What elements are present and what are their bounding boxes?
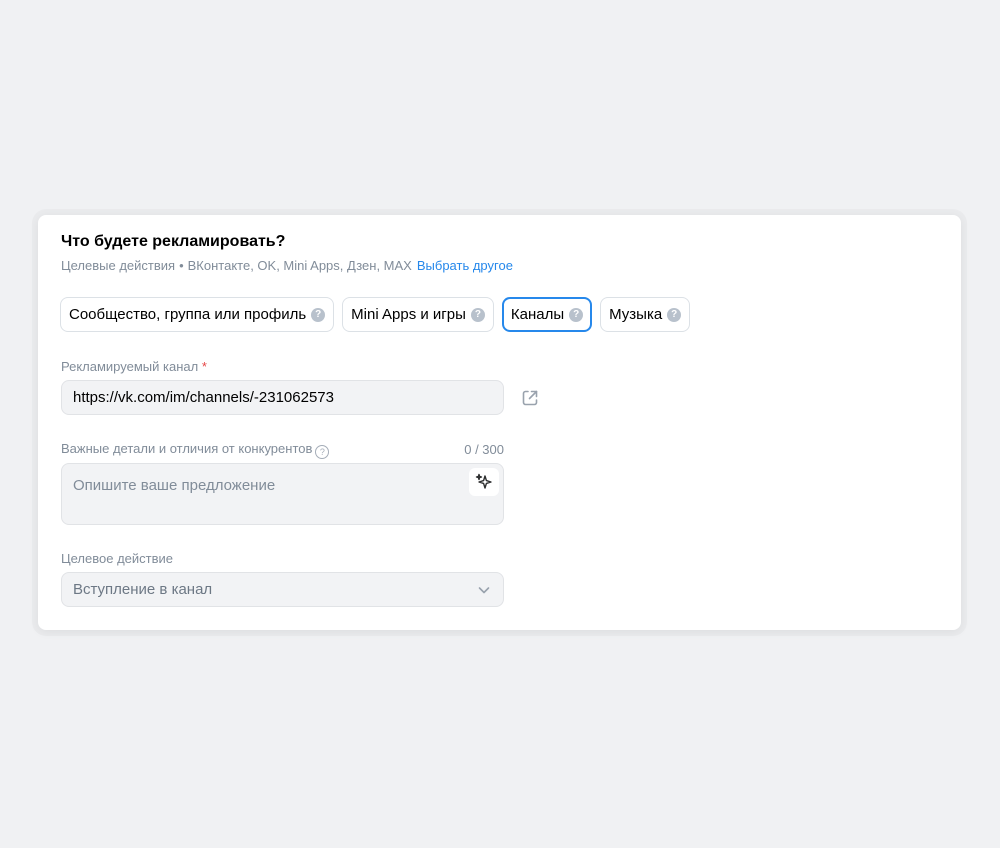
question-circle-icon[interactable]: ?	[315, 445, 330, 459]
target-action-select[interactable]: Вступление в канал	[61, 572, 504, 607]
details-placeholder: Опишите ваше предложение	[73, 477, 276, 494]
details-textarea[interactable]: Опишите ваше предложение	[61, 463, 504, 525]
target-action-label: Целевое действие	[61, 551, 173, 566]
question-circle-icon[interactable]: ?	[569, 307, 584, 322]
channel-label-text: Рекламируемый канал	[61, 359, 199, 374]
subtitle-dot: •	[179, 258, 184, 273]
channel-url-input[interactable]: https://vk.com/im/channels/-231062573	[61, 380, 504, 415]
required-mark: *	[201, 359, 207, 374]
card-title: Что будете рекламировать?	[61, 233, 286, 250]
chevron-down-icon	[478, 586, 490, 593]
tab-label: Каналы	[510, 306, 565, 323]
choose-other-link[interactable]: Выбрать другое	[417, 258, 513, 273]
tab-label: Музыка	[609, 306, 663, 323]
ad-object-tabs: Сообщество, группа или профиль ? Mini Ap…	[60, 297, 691, 332]
question-circle-icon[interactable]: ?	[667, 307, 682, 322]
channel-field-label: Рекламируемый канал *	[61, 359, 207, 374]
tab-label: Сообщество, группа или профиль	[69, 306, 307, 323]
target-action-value: Вступление в канал	[73, 581, 213, 598]
question-circle-icon[interactable]: ?	[470, 307, 485, 322]
tab-community[interactable]: Сообщество, группа или профиль ?	[60, 297, 335, 332]
subtitle-platforms: ВКонтакте, OK, Mini Apps, Дзен, MAX	[187, 258, 412, 273]
ad-object-card: Что будете рекламировать? Целевые действ…	[38, 215, 961, 630]
char-counter: 0 / 300	[464, 442, 504, 457]
subtitle-prefix: Целевые действия	[61, 258, 176, 273]
details-field-label: Важные детали и отличия от конкурентов?	[61, 441, 330, 459]
sparkles-icon	[475, 473, 492, 489]
tab-channels[interactable]: Каналы ?	[501, 297, 593, 332]
external-link-icon[interactable]	[520, 388, 540, 408]
ai-generate-button[interactable]	[469, 468, 499, 496]
question-circle-icon[interactable]: ?	[311, 307, 326, 322]
tab-music[interactable]: Музыка ?	[600, 297, 691, 332]
tab-label: Mini Apps и игры	[351, 306, 466, 323]
card-subtitle: Целевые действия • ВКонтакте, OK, Mini App…	[61, 258, 513, 273]
details-label-text: Важные детали и отличия от конкурентов	[61, 441, 313, 456]
tab-mini-apps[interactable]: Mini Apps и игры ?	[342, 297, 494, 332]
